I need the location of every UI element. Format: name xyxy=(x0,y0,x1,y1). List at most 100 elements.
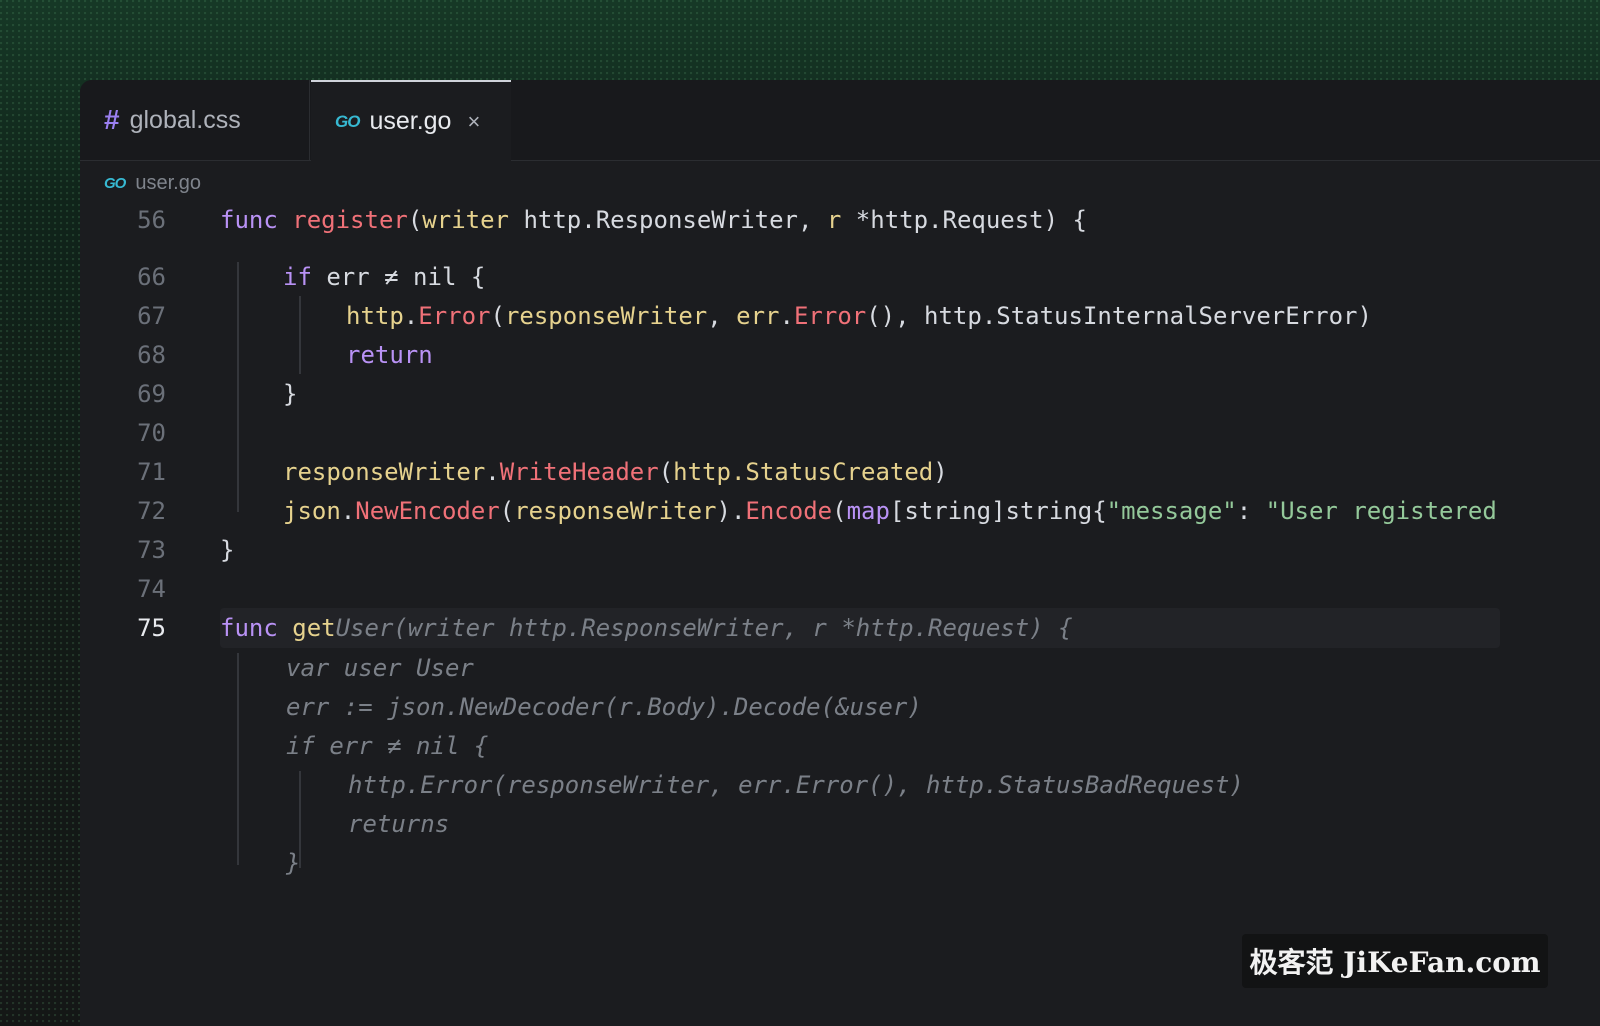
code-token: Encode xyxy=(745,497,833,525)
code-token: : xyxy=(1236,497,1266,525)
code-text: http.Error(responseWriter, err.Error(), … xyxy=(346,296,1372,336)
code-line[interactable]: 72 json.NewEncoder(responseWriter).Encode… xyxy=(80,491,1600,531)
tab-label: global.css xyxy=(129,105,241,134)
code-text: } xyxy=(283,374,297,414)
code-line[interactable]: 71 responseWriter.WriteHeader(http.Status… xyxy=(80,452,1600,492)
code-text: responseWriter.WriteHeader(http.StatusCr… xyxy=(283,452,948,492)
code-line[interactable]: 66 if err ≠ nil { xyxy=(80,257,1600,297)
code-token: return xyxy=(346,341,433,369)
code-token: if xyxy=(283,263,312,291)
code-token: var user User xyxy=(286,654,474,682)
code-token: *http.Request) { xyxy=(841,206,1087,234)
code-token: } xyxy=(283,380,298,408)
css-hash-icon: # xyxy=(104,104,120,135)
code-token: http.ResponseWriter, xyxy=(509,206,827,234)
line-number: 71 xyxy=(137,458,166,486)
code-token: ). xyxy=(716,497,746,525)
code-token: , xyxy=(707,302,737,330)
code-token: returns xyxy=(348,810,450,838)
code-line[interactable]: err := json.NewDecoder(r.Body).Decode(&u… xyxy=(80,687,1600,727)
code-token: err ≠ nil { xyxy=(311,263,486,291)
code-token: http xyxy=(346,302,404,330)
tab-label: user.go xyxy=(369,107,452,135)
code-token: ( xyxy=(490,302,505,330)
code-text: json.NewEncoder(responseWriter).Encode(m… xyxy=(283,491,1497,531)
tab-global-css[interactable]: # global.css xyxy=(80,80,310,160)
line-number: 70 xyxy=(137,419,166,447)
code-token: } xyxy=(286,849,301,877)
line-number: 73 xyxy=(137,536,166,564)
code-line[interactable]: 67 http.Error(responseWriter, err.Error()… xyxy=(80,296,1600,336)
code-token: responseWriter xyxy=(504,302,708,330)
code-token: ( xyxy=(832,497,847,525)
code-token: json xyxy=(283,497,341,525)
code-token: register xyxy=(292,206,408,234)
code-line[interactable]: http.Error(responseWriter, err.Error(), … xyxy=(80,765,1600,805)
code-text: func register(writer http.ResponseWriter… xyxy=(220,200,1087,240)
code-text: return xyxy=(346,335,433,375)
code-text: if err ≠ nil { xyxy=(283,257,485,297)
code-token: "message" xyxy=(1106,497,1237,525)
line-number: 72 xyxy=(137,497,166,525)
breadcrumb-label: user.go xyxy=(135,171,201,194)
code-line[interactable]: if err ≠ nil { xyxy=(80,726,1600,766)
code-text: if err ≠ nil { xyxy=(286,726,488,766)
line-number: 67 xyxy=(137,302,166,330)
go-icon: GO xyxy=(335,111,360,131)
code-token: ( xyxy=(407,206,423,234)
code-text: } xyxy=(220,530,234,570)
code-token: [string]string{ xyxy=(889,497,1107,525)
breadcrumb[interactable]: GO user.go xyxy=(104,168,201,198)
code-line[interactable]: } xyxy=(80,843,1600,883)
tab-bar: # global.css GO user.go × xyxy=(80,80,1600,161)
code-token: . xyxy=(779,302,794,330)
code-token: err xyxy=(736,302,780,330)
code-token: http.StatusCreated xyxy=(673,458,934,486)
code-line[interactable]: 68 return xyxy=(80,335,1600,375)
go-icon: GO xyxy=(104,174,126,192)
code-token: Error xyxy=(793,302,867,330)
tab-user-go[interactable]: GO user.go × xyxy=(311,80,511,161)
code-token: (), http.StatusInternalServerError) xyxy=(866,302,1372,330)
code-text: err := json.NewDecoder(r.Body).Decode(&u… xyxy=(286,687,922,727)
code-token: responseWriter xyxy=(514,497,717,525)
code-token: http.Error(responseWriter, err.Error(), … xyxy=(348,771,1244,799)
code-line[interactable]: 74 xyxy=(80,569,1600,609)
line-number: 68 xyxy=(137,341,166,369)
code-token: responseWriter xyxy=(283,458,486,486)
line-number: 66 xyxy=(137,263,166,291)
code-line[interactable]: returns xyxy=(80,804,1600,844)
code-line[interactable]: 69} xyxy=(80,374,1600,414)
code-token: if err ≠ nil { xyxy=(286,732,489,760)
code-token: Error xyxy=(418,302,491,330)
code-token: NewEncoder xyxy=(355,497,500,525)
watermark: 极客范 JiKeFan.com xyxy=(1242,934,1548,988)
line-number: 75 xyxy=(137,614,166,642)
code-token: get xyxy=(292,614,336,642)
line-number: 56 xyxy=(137,206,166,234)
code-text: func getUser(writer http.ResponseWriter,… xyxy=(220,608,1073,648)
code-line[interactable]: var user User xyxy=(80,648,1600,688)
code-token: func xyxy=(220,206,278,234)
code-line[interactable]: 70 xyxy=(80,413,1600,453)
line-number: 74 xyxy=(137,575,166,603)
line-number: 69 xyxy=(137,380,166,408)
close-icon[interactable]: × xyxy=(467,109,480,135)
code-token: r xyxy=(826,206,842,234)
code-text: var user User xyxy=(286,648,474,688)
code-text: http.Error(responseWriter, err.Error(), … xyxy=(348,765,1244,805)
code-line[interactable]: 75 func getUser(writer http.ResponseWrite… xyxy=(80,608,1600,648)
code-token: ( xyxy=(499,497,515,525)
code-token: . xyxy=(485,458,500,486)
code-line[interactable]: 56 func register(writer http.ResponseWrit… xyxy=(80,200,1600,240)
code-line[interactable]: 73} xyxy=(80,530,1600,570)
code-editor: # global.css GO user.go × GO user.go 56 f… xyxy=(80,80,1600,1026)
code-text: returns xyxy=(348,804,449,844)
code-token: } xyxy=(220,536,235,564)
code-token: map xyxy=(846,497,890,525)
code-token: ( xyxy=(658,458,674,486)
code-text: } xyxy=(286,843,300,883)
code-token: err := json.NewDecoder(r.Body).Decode(&u… xyxy=(286,693,922,721)
